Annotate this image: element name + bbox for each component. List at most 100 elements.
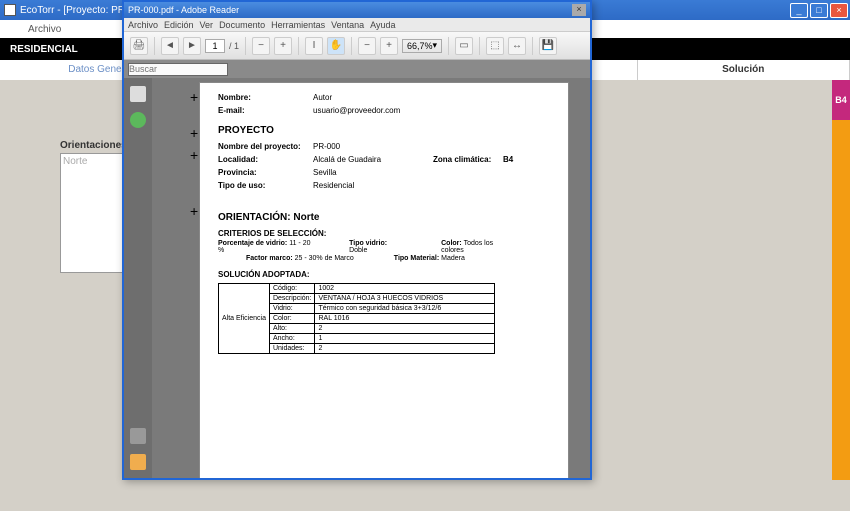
- pdf-find-bar: [124, 60, 590, 78]
- sol-codigo-key: Código:: [269, 284, 315, 294]
- doc-sol-heading: SOLUCIÓN ADOPTADA:: [218, 270, 550, 279]
- doc-nombre-val: Autor: [313, 93, 550, 102]
- sol-color-key: Color:: [269, 314, 315, 324]
- doc-proyecto-heading: PROYECTO: [218, 125, 550, 136]
- crit-tm-key: Tipo Material:: [394, 255, 439, 262]
- pdf-page: + Nombre:Autor E-mail:usuario@proveedor.…: [199, 82, 569, 478]
- minimize-button[interactable]: _: [790, 3, 808, 18]
- doc-email-key: E-mail:: [218, 106, 313, 115]
- crop-mark-icon: +: [190, 203, 198, 219]
- doc-loc-key: Localidad:: [218, 155, 313, 164]
- pdf-menubar: Archivo Edición Ver Documento Herramient…: [124, 18, 590, 32]
- doc-loc-val: Alcalá de Guadaira: [313, 155, 433, 164]
- sol-unid-val: 2: [315, 344, 495, 354]
- sol-ancho-val: 1: [315, 334, 495, 344]
- pdf-close-button[interactable]: ×: [572, 4, 586, 16]
- select-icon[interactable]: I: [305, 37, 323, 55]
- doc-prov-val: Sevilla: [313, 168, 550, 177]
- sol-alto-val: 2: [315, 324, 495, 334]
- pdf-title-text: PR-000.pdf - Adobe Reader: [128, 5, 239, 15]
- sol-ancho-key: Ancho:: [269, 334, 315, 344]
- zoom-out-icon[interactable]: −: [252, 37, 270, 55]
- hand-icon[interactable]: ✋: [327, 37, 345, 55]
- tab-solucion[interactable]: Solución: [638, 60, 850, 80]
- doc-nombre-key: Nombre:: [218, 93, 313, 102]
- sol-color-val: RAL 1016: [315, 314, 495, 324]
- section-residencial: RESIDENCIAL: [10, 44, 78, 55]
- doc-npro-key: Nombre del proyecto:: [218, 142, 313, 151]
- close-button[interactable]: ×: [830, 3, 848, 18]
- crit-porc-key: Porcentaje de vidrio:: [218, 240, 287, 247]
- zoom-minus-icon[interactable]: −: [358, 37, 376, 55]
- zoom-plus-icon[interactable]: +: [380, 37, 398, 55]
- crit-tipov-val: Doble: [349, 247, 367, 254]
- doc-email-val: usuario@proveedor.com: [313, 106, 550, 115]
- sol-desc-val: VENTANA / HOJA 3 HUECOS VIDRIOS: [315, 294, 495, 304]
- pdf-menu-archivo[interactable]: Archivo: [128, 20, 158, 30]
- zoom-in-icon[interactable]: +: [274, 37, 292, 55]
- crop-mark-icon: +: [190, 89, 198, 105]
- crit-tipov-key: Tipo vidrio:: [349, 240, 387, 247]
- pdf-menu-ver[interactable]: Ver: [200, 20, 214, 30]
- pdf-menu-herramientas[interactable]: Herramientas: [271, 20, 325, 30]
- doc-uso-val: Residencial: [313, 181, 550, 190]
- next-page-icon[interactable]: ►: [183, 37, 201, 55]
- pdf-menu-documento[interactable]: Documento: [219, 20, 265, 30]
- crit-color-key: Color:: [441, 240, 462, 247]
- pdf-menu-ayuda[interactable]: Ayuda: [370, 20, 395, 30]
- maximize-button[interactable]: □: [810, 3, 828, 18]
- doc-npro-val: PR-000: [313, 142, 550, 151]
- comments-icon[interactable]: [130, 454, 146, 470]
- separator: [245, 37, 246, 55]
- fit-page-icon[interactable]: ⬚: [486, 37, 504, 55]
- sol-unid-key: Unidades:: [269, 344, 315, 354]
- crit-fm-key: Factor marco:: [246, 255, 293, 262]
- sol-category: Alta Eficiencia: [219, 284, 270, 354]
- page-number-input[interactable]: [205, 39, 225, 53]
- doc-orient-heading: ORIENTACIÓN: Norte: [218, 212, 550, 223]
- pdf-menu-ventana[interactable]: Ventana: [331, 20, 364, 30]
- find-input[interactable]: [128, 63, 228, 76]
- doc-crit-heading: CRITERIOS DE SELECCIÓN:: [218, 229, 550, 238]
- prev-page-icon[interactable]: ◄: [161, 37, 179, 55]
- print-icon[interactable]: 🖨: [130, 37, 148, 55]
- crop-mark-icon: +: [190, 147, 198, 163]
- pdf-toolbar: 🖨 ◄ ► / 1 − + I ✋ − + 66,7%▾ ▭ ⬚ ↔ 💾: [124, 32, 590, 60]
- sol-vidrio-key: Vidrio:: [269, 304, 315, 314]
- separator: [351, 37, 352, 55]
- pdf-page-viewport[interactable]: + Nombre:Autor E-mail:usuario@proveedor.…: [152, 78, 590, 478]
- pdf-viewer-window: PR-000.pdf - Adobe Reader × Archivo Edic…: [122, 0, 592, 480]
- fit-width-icon[interactable]: ↔: [508, 37, 526, 55]
- doc-uso-key: Tipo de uso:: [218, 181, 313, 190]
- zoom-combo[interactable]: 66,7%▾: [402, 39, 442, 53]
- pdf-body: + Nombre:Autor E-mail:usuario@proveedor.…: [124, 78, 590, 478]
- separator: [298, 37, 299, 55]
- crop-mark-icon: +: [190, 125, 198, 141]
- help-icon[interactable]: [130, 112, 146, 128]
- doc-prov-key: Provincia:: [218, 168, 313, 177]
- page-total: / 1: [229, 41, 239, 51]
- pdf-titlebar[interactable]: PR-000.pdf - Adobe Reader ×: [124, 2, 590, 18]
- separator: [448, 37, 449, 55]
- separator: [154, 37, 155, 55]
- pdf-sidebar: [124, 78, 152, 478]
- sol-vidrio-val: Térmico con seguridad básica 3+3/12/6: [315, 304, 495, 314]
- crit-fm-val: 25 - 30% de Marco: [295, 255, 354, 262]
- menu-archivo[interactable]: Archivo: [20, 22, 69, 37]
- pdf-menu-edicion[interactable]: Edición: [164, 20, 194, 30]
- app-icon: [4, 4, 16, 16]
- attachments-icon[interactable]: [130, 428, 146, 444]
- pages-panel-icon[interactable]: [130, 86, 146, 102]
- sol-desc-key: Descripción:: [269, 294, 315, 304]
- sol-alto-key: Alto:: [269, 324, 315, 334]
- side-badge-orange[interactable]: [832, 120, 850, 480]
- save-icon[interactable]: 💾: [539, 37, 557, 55]
- camera-icon[interactable]: ▭: [455, 37, 473, 55]
- solution-table: Alta Eficiencia Código: 1002 Descripción…: [218, 283, 495, 354]
- crit-tm-val: Madera: [441, 255, 465, 262]
- separator: [532, 37, 533, 55]
- separator: [479, 37, 480, 55]
- side-badge-b4[interactable]: B4: [832, 80, 850, 120]
- doc-zona-key: Zona climática:: [433, 155, 503, 164]
- window-buttons: _ □ ×: [790, 3, 850, 18]
